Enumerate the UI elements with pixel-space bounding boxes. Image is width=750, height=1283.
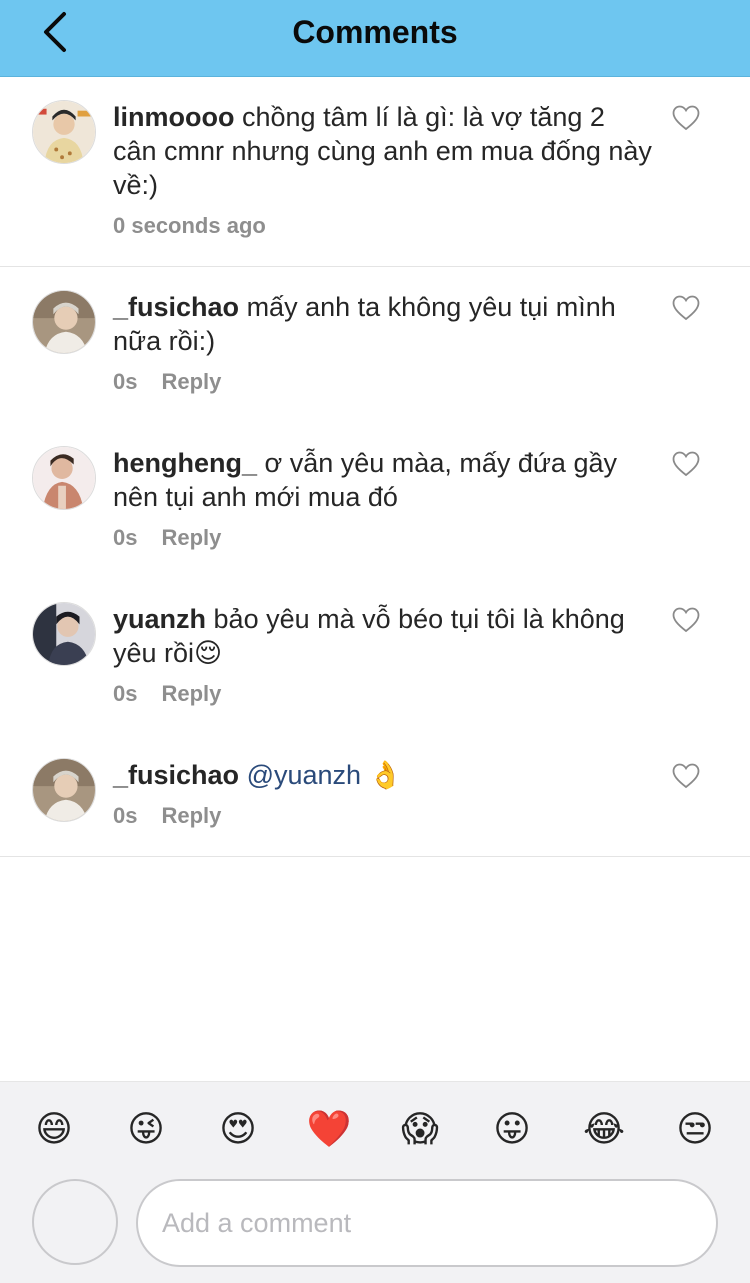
divider — [0, 266, 750, 267]
username[interactable]: hengheng_ — [113, 448, 257, 478]
comment-meta: 0s Reply — [113, 681, 221, 707]
timestamp: 0s — [113, 525, 138, 550]
heart-icon[interactable] — [672, 763, 700, 789]
timestamp: 0 seconds ago — [113, 213, 266, 238]
username[interactable]: _fusichao — [113, 292, 239, 322]
header-bar: Comments — [0, 0, 750, 77]
comment-text: linmoooo chồng tâm lí là gì: là vợ tăng … — [113, 100, 653, 202]
comment-meta: 0s Reply — [113, 525, 221, 551]
reply-button[interactable]: Reply — [161, 369, 221, 394]
heart-icon[interactable] — [672, 295, 700, 321]
page-title: Comments — [292, 14, 458, 50]
username[interactable]: _fusichao — [113, 760, 239, 790]
avatar[interactable] — [32, 446, 96, 510]
reply-button[interactable]: Reply — [161, 525, 221, 550]
username[interactable]: yuanzh — [113, 604, 206, 634]
reply-button[interactable]: Reply — [161, 681, 221, 706]
timestamp: 0s — [113, 681, 138, 706]
comment-text: _fusichao @yuanzh 👌 — [113, 758, 653, 792]
emoji-tears-of-joy-button[interactable]: 😂 — [581, 1106, 627, 1152]
heart-icon[interactable] — [672, 607, 700, 633]
avatar[interactable] — [32, 290, 96, 354]
heart-icon[interactable] — [672, 451, 700, 477]
avatar[interactable] — [32, 758, 96, 822]
comment-meta: 0s Reply — [113, 369, 221, 395]
timestamp: 0s — [113, 369, 138, 394]
comment-body: 👌 — [368, 760, 403, 790]
timestamp: 0s — [113, 803, 138, 828]
comment-meta: 0 seconds ago — [113, 213, 266, 239]
emoji-red-heart-button[interactable]: ❤️ — [306, 1106, 352, 1152]
composer-panel: 😄 😜 😍 ❤️ 😱 😛 😂 😒 — [0, 1081, 750, 1283]
divider — [0, 856, 750, 857]
avatar[interactable] — [32, 100, 96, 164]
comment-text: _fusichao mấy anh ta không yêu tụi mình … — [113, 290, 653, 358]
emoji-wink-tongue-button[interactable]: 😜 — [123, 1106, 169, 1152]
mention-link[interactable]: @yuanzh — [247, 760, 361, 790]
current-user-avatar — [32, 1179, 118, 1265]
emoji-tongue-button[interactable]: 😛 — [489, 1106, 535, 1152]
emoji-grin-button[interactable]: 😄 — [31, 1106, 77, 1152]
comment-text: hengheng_ ơ vẫn yêu màa, mấy đứa gầy nên… — [113, 446, 653, 514]
reply-button[interactable]: Reply — [161, 803, 221, 828]
avatar[interactable] — [32, 602, 96, 666]
emoji-heart-eyes-button[interactable]: 😍 — [215, 1106, 261, 1152]
heart-icon[interactable] — [672, 105, 700, 131]
emoji-unamused-button[interactable]: 😒 — [672, 1106, 718, 1152]
emoji-scream-button[interactable]: 😱 — [397, 1106, 443, 1152]
username[interactable]: linmoooo — [113, 102, 234, 132]
comment-text: yuanzh bảo yêu mà vỗ béo tụi tôi là khôn… — [113, 602, 653, 670]
comment-input[interactable] — [136, 1179, 718, 1267]
comment-meta: 0s Reply — [113, 803, 221, 829]
